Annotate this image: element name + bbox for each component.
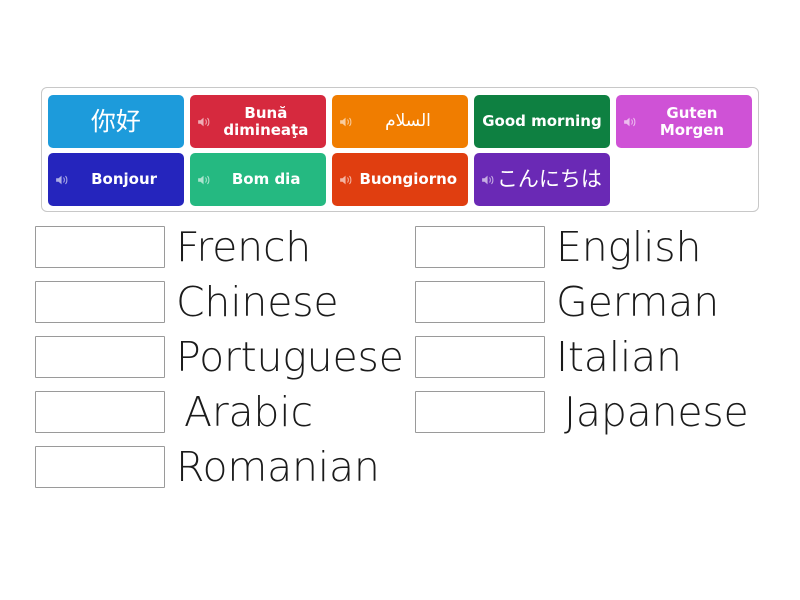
tile-label: Buongiorno (359, 170, 458, 189)
tile-french[interactable]: Bonjour (48, 153, 185, 206)
tile-row-2: Bonjour Bom dia Buongiorno こんにちは (48, 153, 752, 206)
tile-chinese[interactable]: 你好 (48, 95, 184, 148)
tile-row-1: 你好 Bună dimineaţa السلام Good morning Gu… (48, 95, 752, 148)
answer-label-romanian: Romanian (176, 443, 380, 491)
answer-label-italian: Italian (556, 333, 682, 381)
tile-label: Good morning (482, 112, 602, 131)
speaker-icon[interactable] (623, 114, 638, 129)
drop-box-italian[interactable] (415, 336, 545, 378)
drop-box-japanese[interactable] (415, 391, 545, 433)
answer-row-japanese: Japanese (415, 391, 749, 433)
answer-label-chinese: Chinese (176, 278, 339, 326)
tile-portuguese[interactable]: Bom dia (190, 153, 327, 206)
drop-box-chinese[interactable] (35, 281, 165, 323)
tile-label: Bună dimineaţa (223, 103, 309, 139)
answer-label-portuguese: Portuguese (176, 333, 404, 381)
drop-box-french[interactable] (35, 226, 165, 268)
speaker-icon[interactable] (55, 172, 70, 187)
answer-label-arabic: Arabic (184, 388, 313, 436)
answer-row-chinese: Chinese (35, 281, 404, 323)
tile-tray: 你好 Bună dimineaţa السلام Good morning Gu… (41, 87, 759, 212)
tile-label: السلام (385, 111, 431, 131)
tile-label: Bonjour (91, 170, 158, 189)
answer-column-left: French Chinese Portuguese Arabic Romania… (35, 226, 404, 501)
answer-row-french: French (35, 226, 404, 268)
answer-row-german: German (415, 281, 749, 323)
tile-arabic[interactable]: السلام (331, 95, 469, 148)
drop-box-romanian[interactable] (35, 446, 165, 488)
answer-row-arabic: Arabic (35, 391, 404, 433)
tile-label: こんにちは (496, 167, 602, 191)
answer-row-portuguese: Portuguese (35, 336, 404, 378)
tile-label: Guten Morgen (659, 103, 725, 139)
tile-label: 你好 (90, 107, 141, 136)
answer-column-right: English German Italian Japanese (415, 226, 749, 446)
answer-label-french: French (176, 223, 312, 271)
drop-box-portuguese[interactable] (35, 336, 165, 378)
speaker-icon[interactable] (339, 172, 354, 187)
speaker-icon[interactable] (481, 172, 496, 187)
answer-row-english: English (415, 226, 749, 268)
speaker-icon[interactable] (339, 114, 354, 129)
drop-box-english[interactable] (415, 226, 545, 268)
tile-english[interactable]: Good morning (474, 95, 610, 148)
tile-empty-slot (616, 153, 752, 206)
drop-box-arabic[interactable] (35, 391, 165, 433)
tile-label: Bom dia (231, 170, 301, 189)
tile-japanese[interactable]: こんにちは (474, 153, 611, 206)
answer-row-italian: Italian (415, 336, 749, 378)
tile-german[interactable]: Guten Morgen (615, 95, 752, 148)
tile-romanian[interactable]: Bună dimineaţa (189, 95, 326, 148)
answer-label-german: German (556, 278, 719, 326)
answer-label-japanese: Japanese (564, 388, 749, 436)
speaker-icon[interactable] (197, 114, 212, 129)
answer-label-english: English (556, 223, 702, 271)
speaker-icon[interactable] (197, 172, 212, 187)
tile-italian[interactable]: Buongiorno (332, 153, 469, 206)
drop-box-german[interactable] (415, 281, 545, 323)
answer-row-romanian: Romanian (35, 446, 404, 488)
